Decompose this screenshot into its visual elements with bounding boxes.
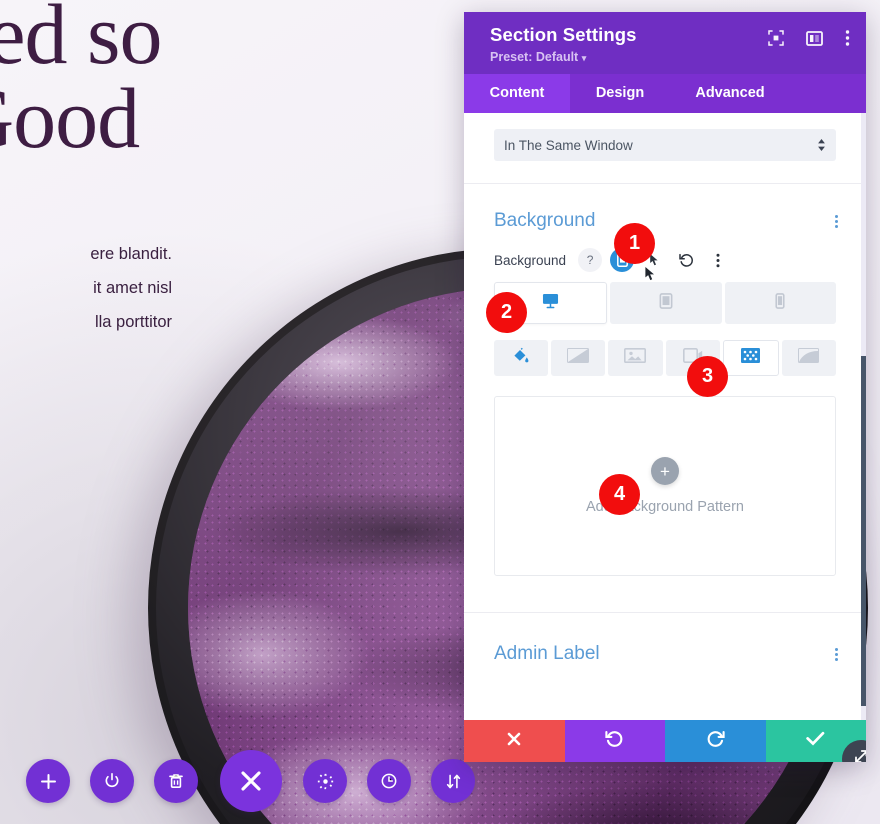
type-tab-pattern[interactable] (722, 340, 779, 376)
background-sub-label: Background (494, 252, 567, 268)
page-headline: sted so Good (0, 0, 400, 161)
redo-button[interactable] (665, 720, 766, 762)
preset-selector[interactable]: Preset: Default ▾ (490, 50, 637, 64)
device-tab-phone[interactable] (724, 282, 836, 324)
link-target-field: In The Same Window (464, 113, 866, 183)
tab-advanced[interactable]: Advanced (670, 74, 790, 113)
step-badge-4: 4 (599, 474, 640, 515)
tablet-icon (659, 292, 673, 314)
clock-icon (380, 772, 398, 790)
tab-design[interactable]: Design (570, 74, 670, 113)
admin-label-kebab-icon[interactable] (835, 646, 838, 663)
background-section-kebab-icon[interactable] (835, 213, 838, 230)
modal-header-actions (768, 24, 850, 52)
tab-content[interactable]: Content (464, 74, 570, 113)
help-icon[interactable]: ? (578, 248, 603, 272)
background-section-header: Background (464, 184, 866, 232)
preset-label: Preset: Default (490, 50, 579, 64)
builder-bottom-toolbar (0, 742, 475, 812)
close-x-icon (238, 768, 264, 794)
undo-button[interactable] (564, 720, 665, 762)
close-x-icon (506, 731, 522, 752)
type-tab-gradient (551, 340, 606, 376)
cancel-button[interactable] (464, 720, 565, 762)
scrollbar-thumb[interactable] (861, 356, 866, 706)
page-headline-line-2: Good (0, 70, 140, 167)
add-background-pattern[interactable]: + Add Background Pattern (494, 396, 836, 576)
mask-icon (798, 348, 820, 368)
add-section-button[interactable] (26, 759, 70, 803)
toggle-wireframe-button[interactable] (90, 759, 134, 803)
type-tab-color[interactable] (494, 340, 549, 376)
gradient-icon (567, 348, 590, 368)
page-body-copy: ere blandit. it amet nisl lla porttitor (0, 238, 172, 339)
revision-history-button[interactable] (367, 759, 411, 803)
step-badge-2: 2 (486, 292, 527, 333)
step-badge-3: 3 (687, 356, 728, 397)
page-body-line-2: it amet nisl (93, 278, 172, 297)
modal-tab-bar: Content Design Advanced (464, 74, 866, 113)
focus-icon[interactable] (768, 30, 784, 51)
type-tab-mask[interactable] (781, 340, 837, 376)
layout-panel-icon[interactable] (806, 30, 823, 51)
power-icon (103, 772, 121, 790)
image-icon (624, 348, 647, 368)
modal-footer (464, 720, 866, 762)
modal-body: In The Same Window Background Background… (464, 113, 866, 720)
check-icon (806, 731, 825, 751)
page-title: Section Settings (490, 24, 637, 45)
desktop-icon (542, 293, 559, 314)
responsive-toggle-button[interactable] (431, 759, 475, 803)
plus-icon[interactable]: + (651, 457, 679, 485)
admin-label-section-header: Admin Label (464, 613, 866, 669)
background-section-title: Background (494, 210, 596, 231)
page-headline-line-1: sted so (0, 0, 163, 82)
background-kebab-menu-icon[interactable] (706, 248, 730, 272)
phone-icon (775, 292, 785, 314)
page-body-line-1: ere blandit. (90, 245, 172, 263)
type-tab-image[interactable] (608, 340, 663, 376)
builder-settings-button[interactable] (303, 759, 347, 803)
paint-bucket-icon (512, 347, 530, 369)
section-settings-modal: Section Settings Preset: Default ▾ Conte… (464, 12, 866, 762)
modal-header: Section Settings Preset: Default ▾ (464, 12, 866, 74)
link-target-value: In The Same Window (504, 137, 633, 153)
step-badge-1: 1 (614, 223, 655, 264)
device-tab-tablet[interactable] (610, 282, 722, 324)
undo-icon (605, 730, 624, 752)
pattern-icon (741, 348, 761, 368)
gear-icon (317, 773, 334, 790)
device-tab-group (494, 282, 836, 324)
page-body-line-3: lla porttitor (94, 312, 172, 331)
trash-icon (168, 773, 184, 790)
modal-header-titles: Section Settings Preset: Default ▾ (490, 24, 637, 64)
diagonal-resize-icon (853, 748, 866, 762)
background-type-group (494, 340, 837, 376)
reset-icon[interactable] (674, 248, 698, 272)
close-builder-button[interactable] (220, 750, 282, 812)
chevron-updown-icon (817, 138, 826, 152)
background-control-row: Background ? (464, 232, 866, 272)
chevron-down-icon: ▾ (581, 53, 587, 63)
admin-label-section-title: Admin Label (494, 643, 600, 664)
arrows-updown-icon (445, 773, 462, 790)
link-target-select[interactable]: In The Same Window (494, 129, 836, 161)
redo-icon (706, 730, 725, 752)
delete-section-button[interactable] (154, 759, 198, 803)
kebab-menu-icon[interactable] (845, 29, 850, 52)
plus-icon (40, 773, 57, 790)
mouse-cursor-icon (644, 266, 657, 288)
